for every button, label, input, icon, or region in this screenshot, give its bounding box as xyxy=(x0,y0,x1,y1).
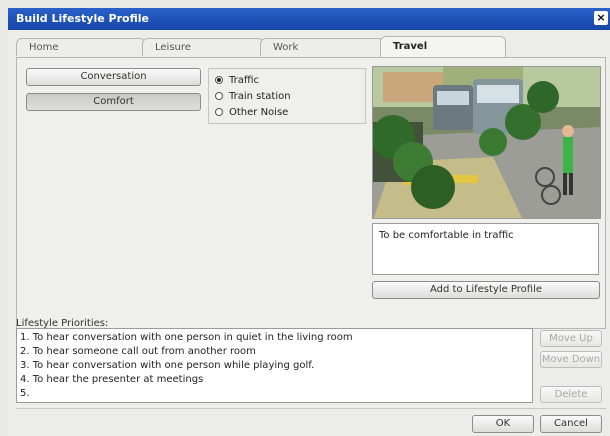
move-down-button[interactable]: Move Down xyxy=(540,351,602,368)
delete-button[interactable]: Delete xyxy=(540,386,602,403)
comfort-button[interactable]: Comfort xyxy=(26,93,201,111)
radio-label: Traffic xyxy=(229,74,260,86)
footer-divider xyxy=(16,408,606,409)
list-item[interactable]: 3. To hear conversation with one person … xyxy=(20,359,529,373)
radio-traffic[interactable]: Traffic xyxy=(215,73,259,87)
traffic-scene-illustration xyxy=(373,67,600,218)
noise-radio-group: Traffic Train station Other Noise xyxy=(208,68,366,124)
window-title: Build Lifestyle Profile xyxy=(16,12,149,25)
lifestyle-priorities-list[interactable]: 1. To hear conversation with one person … xyxy=(16,328,533,403)
radio-button-icon[interactable] xyxy=(215,108,223,116)
scene-image xyxy=(372,66,601,219)
close-icon[interactable]: × xyxy=(594,11,608,25)
tab-home[interactable]: Home xyxy=(16,38,146,56)
tab-travel[interactable]: Travel xyxy=(380,36,506,58)
list-item[interactable]: 1. To hear conversation with one person … xyxy=(20,331,529,345)
ok-button[interactable]: OK xyxy=(472,415,534,433)
radio-train-station[interactable]: Train station xyxy=(215,89,291,103)
description-box: To be comfortable in traffic xyxy=(372,223,599,275)
radio-label: Train station xyxy=(229,90,291,102)
radio-button-icon[interactable] xyxy=(215,92,223,100)
radio-label: Other Noise xyxy=(229,106,289,118)
radio-other-noise[interactable]: Other Noise xyxy=(215,105,288,119)
list-item[interactable]: 5. xyxy=(20,387,529,401)
travel-panel: Conversation Comfort Traffic Train stati… xyxy=(16,57,606,329)
tab-leisure[interactable]: Leisure xyxy=(142,38,264,56)
list-item[interactable]: 2. To hear someone call out from another… xyxy=(20,345,529,359)
move-up-button[interactable]: Move Up xyxy=(540,330,602,347)
cancel-button[interactable]: Cancel xyxy=(540,415,602,433)
dialog-window: Build Lifestyle Profile × Home Leisure W… xyxy=(0,0,610,436)
dialog-body: Home Leisure Work Travel Conversation Co… xyxy=(8,30,610,436)
radio-button-icon[interactable] xyxy=(215,76,223,84)
tab-work[interactable]: Work xyxy=(260,38,384,56)
conversation-button[interactable]: Conversation xyxy=(26,68,201,86)
add-to-lifestyle-profile-button[interactable]: Add to Lifestyle Profile xyxy=(372,281,600,299)
tab-strip: Home Leisure Work Travel xyxy=(16,36,516,58)
title-bar[interactable]: Build Lifestyle Profile × xyxy=(8,8,610,30)
list-item[interactable]: 4. To hear the presenter at meetings xyxy=(20,373,529,387)
